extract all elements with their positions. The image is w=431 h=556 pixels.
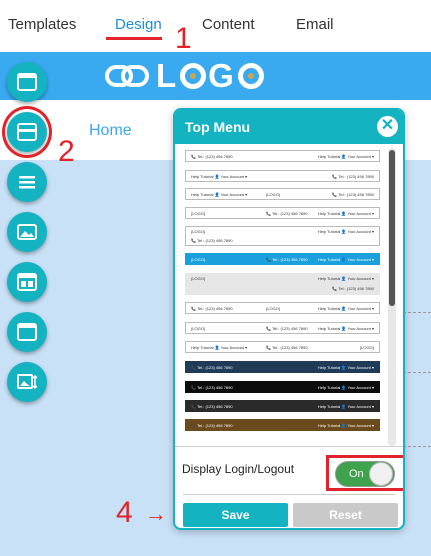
option-text: Help Tutorial 👤 Your Account ▾ [317,257,374,262]
option-text: Help Tutorial 👤 Your Account ▾ [191,174,248,179]
option-text: {LOGO} [191,326,206,331]
top-tabs: Templates Design Content Email [0,0,431,52]
menu-style-option[interactable]: {LOGO} 📞 Tel.: (123) 456 7890 Help Tutoria… [185,226,380,246]
top-menu-dialog: Top Menu ✕ 📞 Tel.: (123) 456 7890 Help Tu… [173,108,405,530]
option-text: 📞 Tel.: (123) 456 7890 [191,423,233,428]
option-text: {LOGO} [359,345,374,350]
layout-grid-icon [17,273,37,291]
dashed-divider [403,312,431,313]
tab-design[interactable]: Design [115,16,162,33]
option-text: Help Tutorial 👤 Your Account ▾ [317,229,374,234]
toggle-state-label: On [349,468,364,480]
option-text: 📞 Tel.: (123) 456 7890 [266,211,308,216]
option-text: 📞 Tel.: (123) 456 7890 [191,238,233,243]
scrollbar-thumb[interactable] [389,150,395,306]
sidebar-button-footer[interactable] [7,312,47,352]
tab-content[interactable]: Content [202,16,255,33]
image-resize-icon [17,374,38,390]
sidebar-button-banner[interactable] [7,212,47,252]
option-text: 📞 Tel.: (123) 456 7890 [266,257,308,262]
menu-style-list[interactable]: 📞 Tel.: (123) 456 7890 Help Tutorial 👤 Yo… [175,144,403,446]
logo: LG [104,59,266,92]
menu-style-option[interactable]: 📞 Tel.: (123) 456 7890 {LOGO} Help Tutoria… [185,302,380,314]
highlight-circle [2,106,52,158]
option-text: Help Tutorial 👤 Your Account ▾ [317,423,374,428]
menu-style-option[interactable]: {LOGO} Help Tutorial 👤 Your Account ▾ 📞 Te… [185,273,380,295]
tab-templates[interactable]: Templates [8,16,76,33]
menu-style-option[interactable]: 📞 Tel.: (123) 456 7890 Help Tutorial 👤 Yo… [185,381,380,393]
option-text: Help Tutorial 👤 Your Account ▾ [191,192,248,197]
menu-style-option[interactable]: 📞 Tel.: (123) 456 7890 Help Tutorial 👤 Yo… [185,400,380,412]
divider [175,446,403,447]
option-text: Help Tutorial 👤 Your Account ▾ [191,345,248,350]
link-chain-icon [105,65,149,87]
active-tab-underline [106,37,162,40]
annotation-number-4: 4 [116,496,133,529]
option-text: 📞 Tel.: (123) 456 7890 [191,404,233,409]
sidebar-button-image[interactable] [7,362,47,402]
menu-style-option[interactable]: Help Tutorial 👤 Your Account ▾ 📞 Tel.: (1… [185,341,380,353]
option-text: 📞 Tel.: (123) 456 7890 [191,154,233,159]
close-icon[interactable]: ✕ [377,116,398,137]
sidebar-button-page[interactable] [7,62,47,102]
dashed-divider [403,446,431,447]
annotation-number-2: 2 [58,135,75,168]
option-text: Help Tutorial 👤 Your Account ▾ [317,365,374,370]
home-link[interactable]: Home [89,122,132,140]
option-text: 📞 Tel.: (123) 456 7890 [191,365,233,370]
login-toggle[interactable]: On [335,461,395,487]
option-text: {LOGO} [266,192,281,197]
option-text: 📞 Tel.: (123) 456 7890 [332,192,374,197]
dialog-title: Top Menu [185,119,251,135]
dashed-divider [403,372,431,373]
option-text: Help Tutorial 👤 Your Account ▾ [317,306,374,311]
save-button[interactable]: Save [183,503,288,527]
menu-style-option[interactable]: 📞 Tel.: (123) 456 7890 Help Tutorial 👤 Yo… [185,419,380,431]
browser-window-icon [17,323,37,341]
option-text: 📞 Tel.: (123) 456 7890 [332,286,374,291]
toggle-knob [369,462,393,486]
option-text: Help Tutorial 👤 Your Account ▾ [317,276,374,281]
option-text: Help Tutorial 👤 Your Account ▾ [317,404,374,409]
option-text: Help Tutorial 👤 Your Account ▾ [317,154,374,159]
arrow-right-icon: → [145,501,167,526]
reset-button[interactable]: Reset [293,503,398,527]
divider [183,494,395,495]
menu-style-option[interactable]: {LOGO} 📞 Tel.: (123) 456 7890 Help Tutoria… [185,322,380,334]
sidebar-button-menu[interactable] [7,162,47,202]
menu-style-option[interactable]: Help Tutorial 👤 Your Account ▾ {LOGO} 📞 Te… [185,188,380,200]
editor-screen: Templates Design Content Email LG Home 1… [0,0,431,556]
option-text: {LOGO} [191,276,206,281]
sidebar-button-layout[interactable] [7,262,47,302]
option-text: {LOGO} [191,257,206,262]
menu-lines-icon [19,176,35,189]
tab-email[interactable]: Email [296,16,334,33]
annotation-number-1: 1 [175,22,192,55]
dialog-header: Top Menu ✕ [175,110,403,144]
menu-style-option[interactable]: 📞 Tel.: (123) 456 7890 Help Tutorial 👤 Yo… [185,361,380,373]
browser-window-icon [17,73,37,91]
menu-style-option[interactable]: 📞 Tel.: (123) 456 7890 Help Tutorial 👤 Yo… [185,150,380,162]
option-text: {LOGO} [191,211,206,216]
logo-o-mark [180,63,207,89]
option-text: 📞 Tel.: (123) 456 7890 [266,326,308,331]
display-login-label: Display Login/Logout [182,462,295,476]
option-text: 📞 Tel.: (123) 456 7890 [266,345,308,350]
option-text: 📞 Tel.: (123) 456 7890 [332,174,374,179]
logo-o-mark [237,63,264,89]
image-banner-icon [17,224,37,240]
option-text: 📞 Tel.: (123) 456 7890 [191,306,233,311]
option-text: {LOGO} [266,306,281,311]
logo-text: LG [156,59,266,92]
option-text: 📞 Tel.: (123) 456 7890 [191,385,233,390]
option-text: Help Tutorial 👤 Your Account ▾ [317,385,374,390]
menu-style-option[interactable]: Help Tutorial 👤 Your Account ▾ 📞 Tel.: (1… [185,170,380,182]
menu-style-option[interactable]: {LOGO} 📞 Tel.: (123) 456 7890 Help Tutoria… [185,207,380,219]
option-text: {LOGO} [191,229,206,234]
option-text: Help Tutorial 👤 Your Account ▾ [317,326,374,331]
menu-style-option[interactable]: {LOGO} 📞 Tel.: (123) 456 7890 Help Tutoria… [185,253,380,265]
option-text: Help Tutorial 👤 Your Account ▾ [317,211,374,216]
